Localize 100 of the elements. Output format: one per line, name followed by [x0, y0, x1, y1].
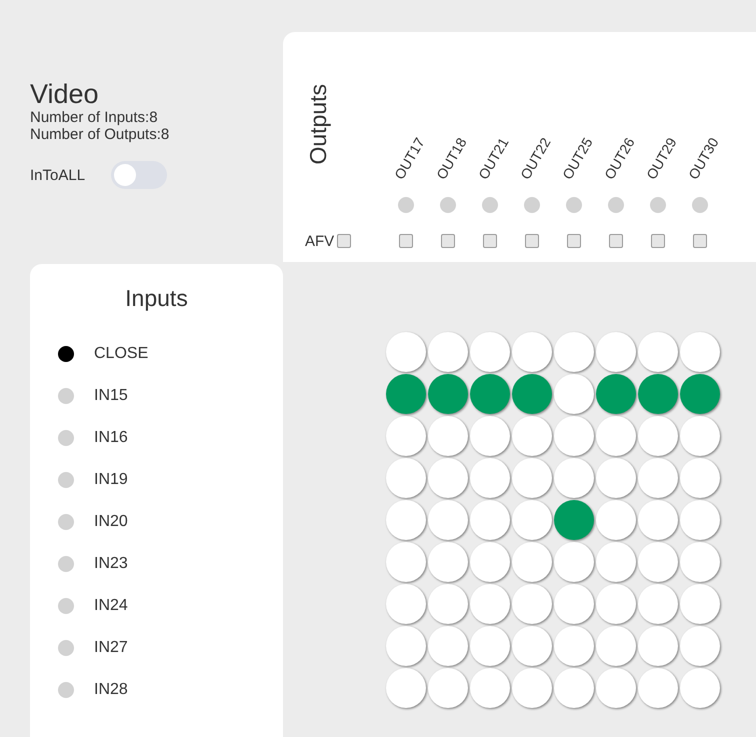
- crosspoint-button[interactable]: [680, 626, 720, 666]
- input-label[interactable]: IN28: [94, 681, 128, 699]
- crosspoint-button[interactable]: [386, 584, 426, 624]
- crosspoint-button[interactable]: [470, 542, 510, 582]
- crosspoint-button[interactable]: [596, 458, 636, 498]
- crosspoint-button[interactable]: [470, 626, 510, 666]
- crosspoint-button[interactable]: [638, 668, 678, 708]
- input-radio[interactable]: [58, 556, 74, 572]
- input-label[interactable]: IN15: [94, 387, 128, 405]
- crosspoint-button[interactable]: [638, 374, 678, 414]
- input-label[interactable]: IN24: [94, 597, 128, 615]
- crosspoint-button[interactable]: [554, 542, 594, 582]
- crosspoint-button[interactable]: [638, 542, 678, 582]
- input-label[interactable]: IN19: [94, 471, 128, 489]
- output-checkbox[interactable]: [651, 234, 665, 248]
- crosspoint-button[interactable]: [386, 458, 426, 498]
- crosspoint-button[interactable]: [428, 542, 468, 582]
- crosspoint-button[interactable]: [386, 626, 426, 666]
- crosspoint-button[interactable]: [638, 584, 678, 624]
- crosspoint-button[interactable]: [596, 332, 636, 372]
- crosspoint-button[interactable]: [554, 584, 594, 624]
- crosspoint-button[interactable]: [512, 542, 552, 582]
- input-radio[interactable]: [58, 472, 74, 488]
- crosspoint-button[interactable]: [596, 626, 636, 666]
- output-checkbox[interactable]: [609, 234, 623, 248]
- input-radio[interactable]: [58, 598, 74, 614]
- intoall-toggle[interactable]: [111, 161, 168, 189]
- crosspoint-button[interactable]: [596, 542, 636, 582]
- crosspoint-button[interactable]: [470, 668, 510, 708]
- crosspoint-button[interactable]: [554, 416, 594, 456]
- input-label[interactable]: IN20: [94, 513, 128, 531]
- crosspoint-button[interactable]: [680, 668, 720, 708]
- crosspoint-button[interactable]: [638, 458, 678, 498]
- crosspoint-button[interactable]: [428, 584, 468, 624]
- input-label[interactable]: IN23: [94, 555, 128, 573]
- crosspoint-button[interactable]: [554, 458, 594, 498]
- afv-checkbox[interactable]: [337, 234, 352, 248]
- input-radio[interactable]: [58, 388, 74, 404]
- crosspoint-button[interactable]: [596, 668, 636, 708]
- crosspoint-button[interactable]: [470, 374, 510, 414]
- crosspoint-button[interactable]: [512, 332, 552, 372]
- input-radio[interactable]: [58, 682, 74, 698]
- crosspoint-button[interactable]: [596, 374, 636, 414]
- crosspoint-button[interactable]: [512, 584, 552, 624]
- output-checkbox[interactable]: [567, 234, 581, 248]
- crosspoint-button[interactable]: [638, 500, 678, 540]
- crosspoint-button[interactable]: [554, 668, 594, 708]
- crosspoint-button[interactable]: [596, 416, 636, 456]
- input-radio[interactable]: [58, 514, 74, 530]
- crosspoint-button[interactable]: [596, 500, 636, 540]
- crosspoint-button[interactable]: [554, 500, 594, 540]
- crosspoint-button[interactable]: [386, 542, 426, 582]
- crosspoint-button[interactable]: [680, 500, 720, 540]
- crosspoint-button[interactable]: [680, 374, 720, 414]
- crosspoint-button[interactable]: [638, 626, 678, 666]
- crosspoint-button[interactable]: [470, 458, 510, 498]
- input-label[interactable]: IN27: [94, 639, 128, 657]
- crosspoint-button[interactable]: [428, 668, 468, 708]
- input-radio[interactable]: [58, 430, 74, 446]
- crosspoint-button[interactable]: [512, 374, 552, 414]
- crosspoint-button[interactable]: [470, 332, 510, 372]
- output-checkbox[interactable]: [483, 234, 497, 248]
- crosspoint-button[interactable]: [386, 668, 426, 708]
- crosspoint-button[interactable]: [386, 374, 426, 414]
- crosspoint-button[interactable]: [680, 458, 720, 498]
- input-radio[interactable]: [58, 346, 74, 362]
- crosspoint-button[interactable]: [386, 500, 426, 540]
- crosspoint-button[interactable]: [428, 374, 468, 414]
- crosspoint-button[interactable]: [428, 416, 468, 456]
- input-radio[interactable]: [58, 640, 74, 656]
- crosspoint-button[interactable]: [428, 500, 468, 540]
- crosspoint-button[interactable]: [554, 332, 594, 372]
- crosspoint-button[interactable]: [512, 458, 552, 498]
- crosspoint-button[interactable]: [470, 584, 510, 624]
- input-label[interactable]: CLOSE: [94, 345, 148, 363]
- crosspoint-button[interactable]: [386, 332, 426, 372]
- crosspoint-button[interactable]: [428, 332, 468, 372]
- crosspoint-button[interactable]: [512, 668, 552, 708]
- output-checkbox[interactable]: [525, 234, 539, 248]
- input-label[interactable]: IN16: [94, 429, 128, 447]
- crosspoint-button[interactable]: [638, 332, 678, 372]
- crosspoint-button[interactable]: [596, 584, 636, 624]
- crosspoint-button[interactable]: [554, 626, 594, 666]
- crosspoint-button[interactable]: [428, 458, 468, 498]
- output-checkbox[interactable]: [441, 234, 455, 248]
- crosspoint-button[interactable]: [638, 416, 678, 456]
- crosspoint-button[interactable]: [680, 332, 720, 372]
- output-checkbox[interactable]: [693, 234, 707, 248]
- crosspoint-button[interactable]: [680, 542, 720, 582]
- crosspoint-button[interactable]: [554, 374, 594, 414]
- crosspoint-button[interactable]: [680, 584, 720, 624]
- output-checkbox[interactable]: [399, 234, 413, 248]
- crosspoint-button[interactable]: [512, 626, 552, 666]
- crosspoint-button[interactable]: [470, 416, 510, 456]
- crosspoint-button[interactable]: [386, 416, 426, 456]
- crosspoint-button[interactable]: [428, 626, 468, 666]
- crosspoint-button[interactable]: [680, 416, 720, 456]
- crosspoint-button[interactable]: [512, 416, 552, 456]
- crosspoint-button[interactable]: [470, 500, 510, 540]
- crosspoint-button[interactable]: [512, 500, 552, 540]
